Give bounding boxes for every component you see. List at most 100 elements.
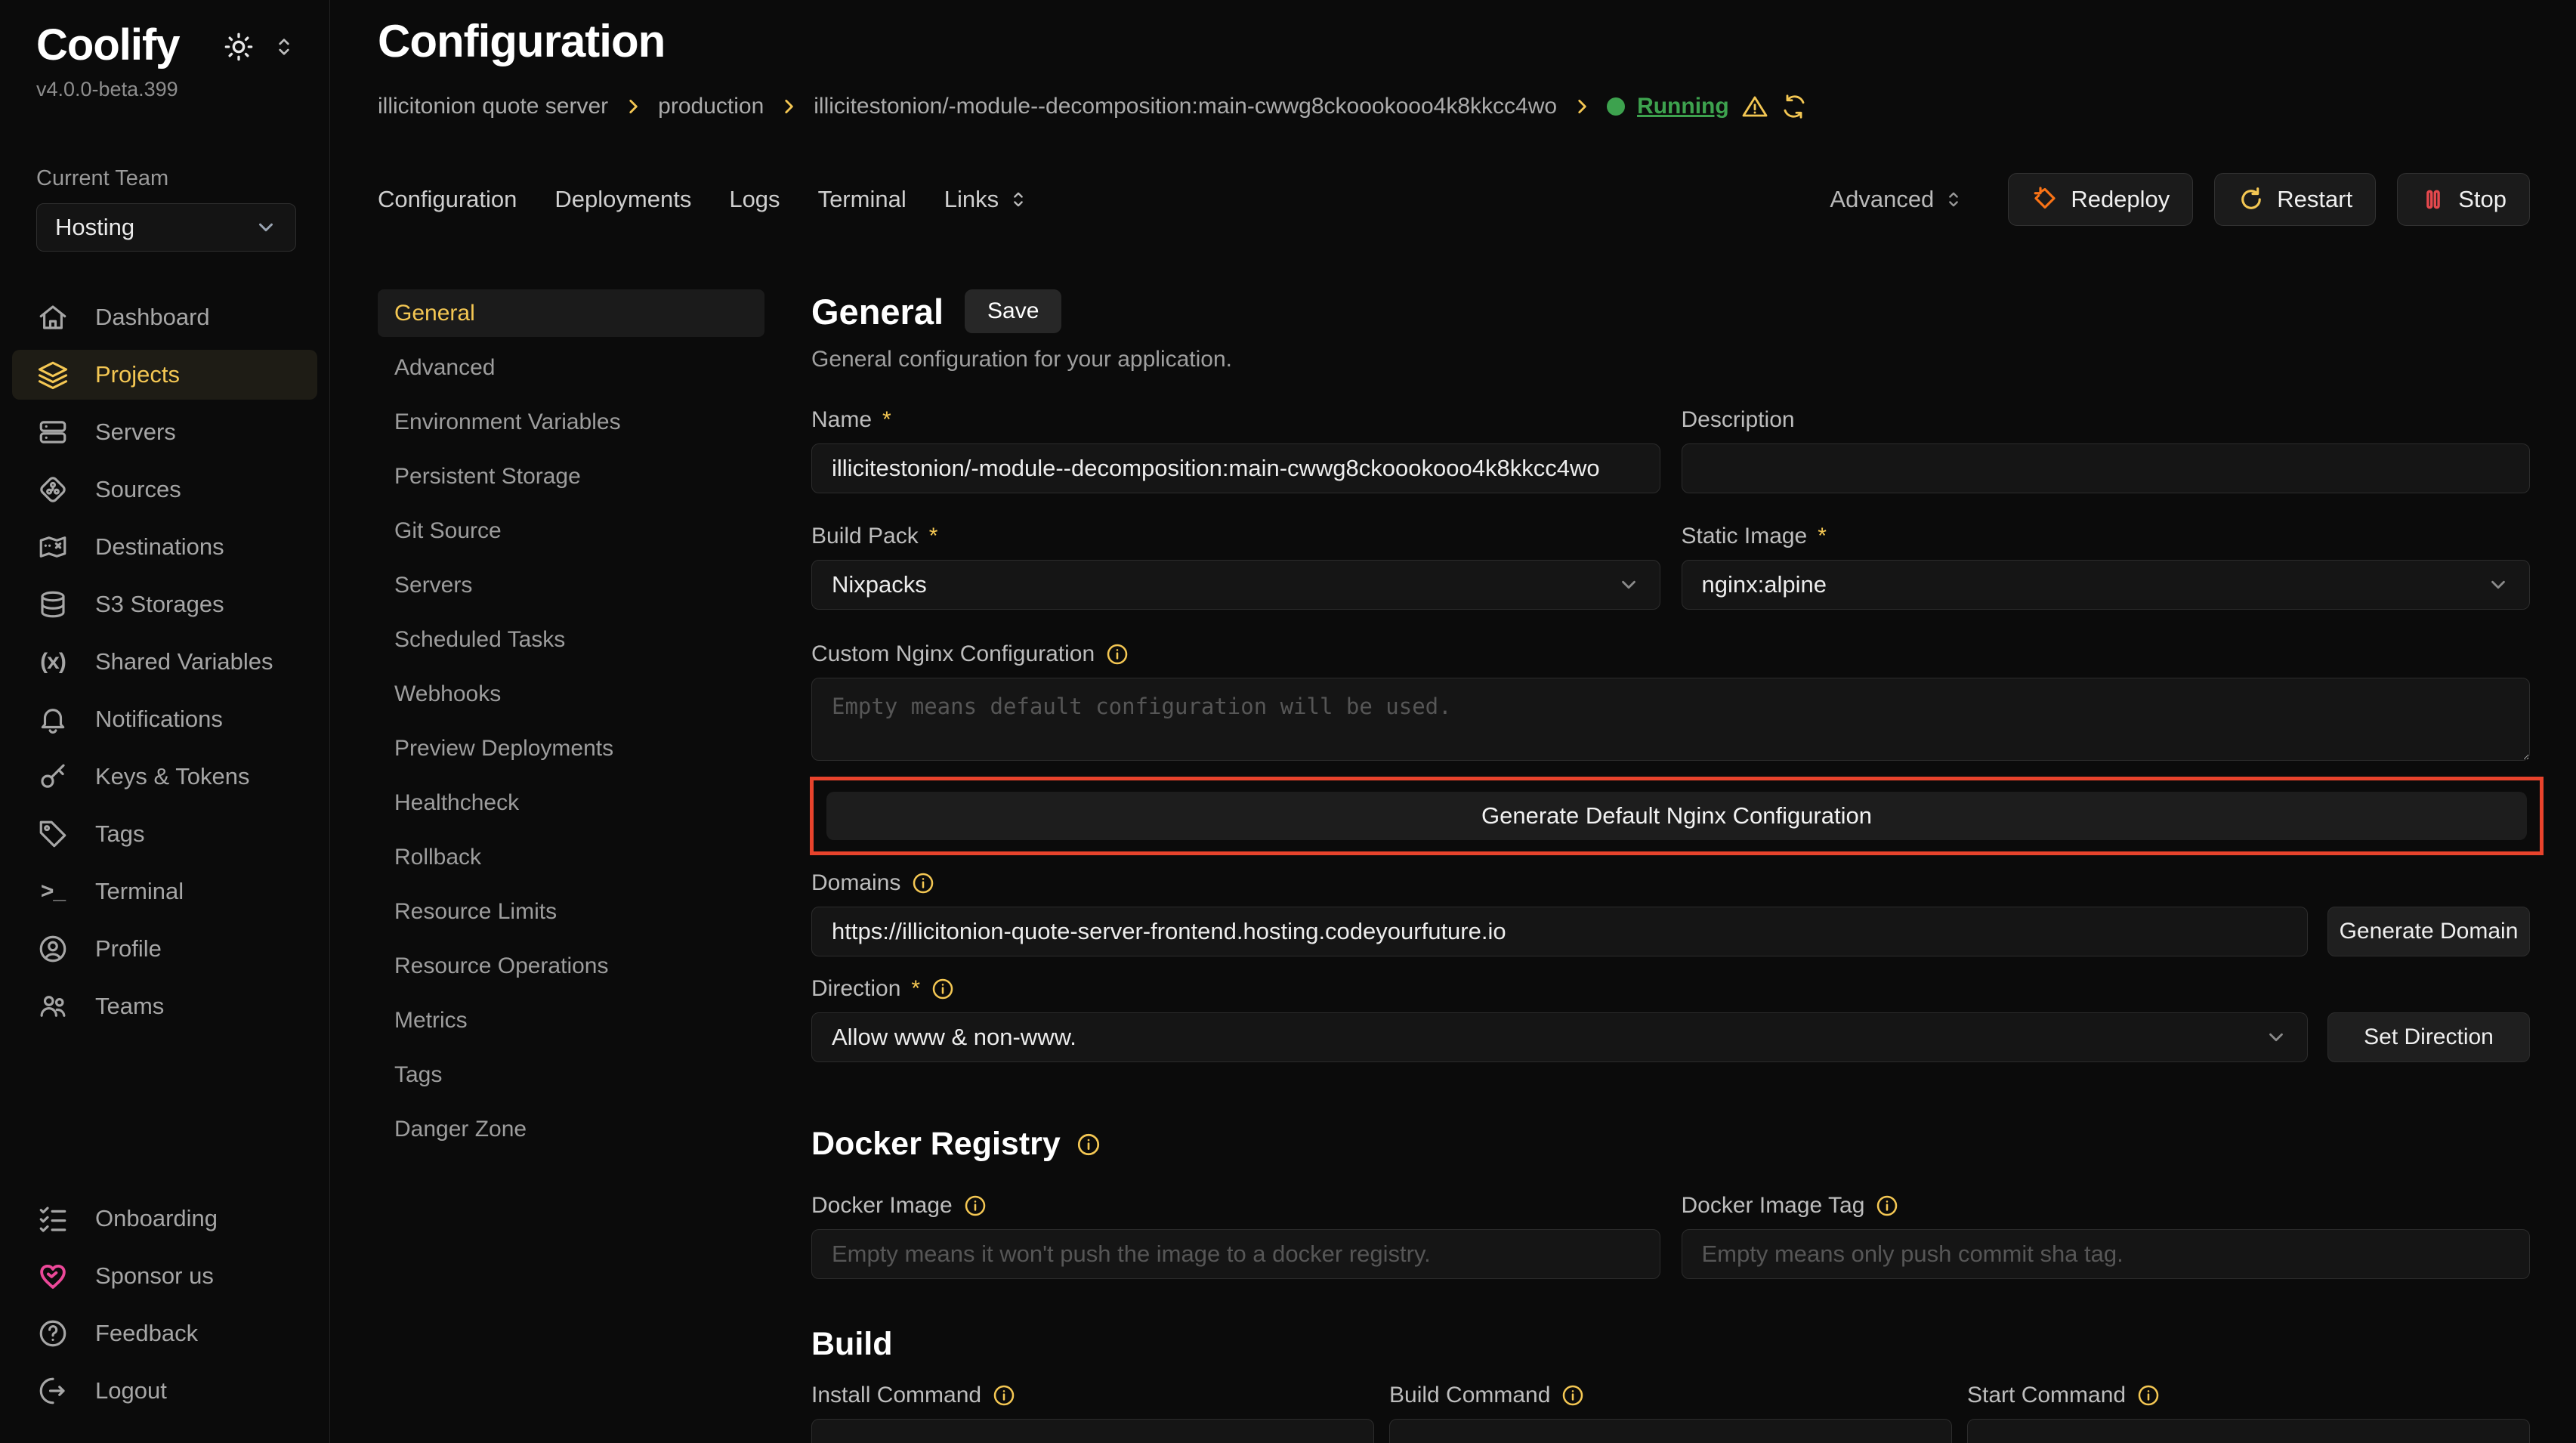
- current-team-label: Current Team: [36, 166, 293, 191]
- subnav-rollback[interactable]: Rollback: [378, 833, 764, 881]
- sidebar-item-notifications[interactable]: Notifications: [12, 694, 317, 744]
- sidebar-item-onboarding[interactable]: Onboarding: [12, 1194, 317, 1244]
- chevron-right-icon: [1572, 97, 1592, 116]
- required-marker: *: [1818, 524, 1827, 549]
- chevron-down-icon: [1617, 573, 1640, 596]
- sidebar-item-projects[interactable]: Projects: [12, 350, 317, 400]
- subnav-resource-limits[interactable]: Resource Limits: [378, 888, 764, 935]
- subnav-webhooks[interactable]: Webhooks: [378, 670, 764, 718]
- static-image-select[interactable]: nginx:alpine: [1682, 560, 2531, 610]
- info-icon[interactable]: [2136, 1383, 2161, 1407]
- subnav-metrics[interactable]: Metrics: [378, 997, 764, 1044]
- sidebar-item-tags[interactable]: Tags: [12, 809, 317, 859]
- sidebar-item-sponsor-us[interactable]: Sponsor us: [12, 1251, 317, 1301]
- info-icon[interactable]: [992, 1383, 1016, 1407]
- subnav-tags[interactable]: Tags: [378, 1051, 764, 1098]
- team-select[interactable]: Hosting: [36, 203, 296, 252]
- breadcrumb: illicitonion quote server production ill…: [378, 93, 2530, 120]
- info-icon[interactable]: [963, 1194, 987, 1218]
- info-icon[interactable]: [1561, 1383, 1585, 1407]
- sidebar-item-keys-tokens[interactable]: Keys & Tokens: [12, 752, 317, 802]
- subnav-danger-zone[interactable]: Danger Zone: [378, 1105, 764, 1153]
- tab-terminal[interactable]: Terminal: [818, 186, 907, 213]
- sidebar-item-destinations[interactable]: Destinations: [12, 522, 317, 572]
- generate-domain-button[interactable]: Generate Domain: [2327, 907, 2530, 956]
- sidebar-item-feedback[interactable]: Feedback: [12, 1309, 317, 1358]
- map-icon: [36, 531, 69, 563]
- terminal-icon: >_: [36, 879, 69, 904]
- save-button[interactable]: Save: [965, 289, 1061, 333]
- build-command-label: Build Command: [1389, 1383, 1952, 1408]
- breadcrumb-environment[interactable]: production: [658, 94, 764, 119]
- breadcrumb-resource[interactable]: illicitestonion/-module--decomposition:m…: [814, 94, 1557, 119]
- chevron-right-icon: [623, 97, 643, 116]
- section-subtitle: General configuration for your applicati…: [811, 347, 2530, 372]
- docker-image-label: Docker Image: [811, 1193, 1660, 1219]
- docker-image-input[interactable]: [811, 1229, 1660, 1279]
- build-command-input[interactable]: [1389, 1419, 1952, 1443]
- domains-input[interactable]: [811, 907, 2308, 956]
- subnav-git-source[interactable]: Git Source: [378, 507, 764, 555]
- sidebar-item-profile[interactable]: Profile: [12, 924, 317, 974]
- subnav-persistent-storage[interactable]: Persistent Storage: [378, 453, 764, 500]
- info-icon[interactable]: [1076, 1132, 1101, 1157]
- subnav-healthcheck[interactable]: Healthcheck: [378, 779, 764, 827]
- page-title: Configuration: [378, 15, 2530, 67]
- info-icon[interactable]: [911, 871, 935, 895]
- users-icon: [36, 990, 69, 1022]
- database-icon: [36, 589, 69, 620]
- refresh-icon[interactable]: [1781, 93, 1808, 120]
- warning-icon[interactable]: [1741, 93, 1768, 120]
- install-command-label: Install Command: [811, 1383, 1374, 1408]
- subnav-servers[interactable]: Servers: [378, 561, 764, 609]
- sidebar-item-sources[interactable]: Sources: [12, 465, 317, 514]
- sidebar-item-terminal[interactable]: >_ Terminal: [12, 867, 317, 916]
- info-icon[interactable]: [1875, 1194, 1899, 1218]
- subnav-preview-deployments[interactable]: Preview Deployments: [378, 725, 764, 772]
- tab-links[interactable]: Links: [944, 186, 1029, 213]
- redeploy-button[interactable]: Redeploy: [2008, 173, 2193, 226]
- heart-icon: [36, 1260, 69, 1292]
- description-input[interactable]: [1682, 443, 2531, 493]
- name-input[interactable]: [811, 443, 1660, 493]
- generate-nginx-config-button[interactable]: Generate Default Nginx Configuration: [826, 792, 2527, 840]
- sidebar-item-s3-storages[interactable]: S3 Storages: [12, 579, 317, 629]
- sidebar-item-teams[interactable]: Teams: [12, 981, 317, 1031]
- subnav-general[interactable]: General: [378, 289, 764, 337]
- sidebar-item-logout[interactable]: Logout: [12, 1366, 317, 1416]
- subnav-advanced[interactable]: Advanced: [378, 344, 764, 391]
- sidebar-item-dashboard[interactable]: Dashboard: [12, 292, 317, 342]
- stop-button[interactable]: Stop: [2397, 173, 2530, 226]
- docker-image-tag-input[interactable]: [1682, 1229, 2531, 1279]
- theme-sun-icon[interactable]: [224, 32, 254, 62]
- subnav-scheduled-tasks[interactable]: Scheduled Tasks: [378, 616, 764, 663]
- advanced-dropdown[interactable]: Advanced: [1830, 186, 1964, 213]
- tab-deployments[interactable]: Deployments: [554, 186, 691, 213]
- main-content: Configuration illicitonion quote server …: [330, 0, 2576, 1443]
- app-version: v4.0.0-beta.399: [0, 78, 329, 101]
- info-icon[interactable]: [1105, 642, 1129, 666]
- install-command-input[interactable]: [811, 1419, 1374, 1443]
- status-label[interactable]: Running: [1637, 94, 1729, 119]
- redeploy-icon: [2031, 186, 2059, 213]
- name-label: Name*: [811, 407, 1660, 433]
- tab-logs[interactable]: Logs: [729, 186, 780, 213]
- sidebar-item-servers[interactable]: Servers: [12, 407, 317, 457]
- info-icon[interactable]: [931, 977, 955, 1001]
- sidebar: Coolify v4.0.0-beta.399 Current Team Hos…: [0, 0, 330, 1443]
- restart-button[interactable]: Restart: [2214, 173, 2376, 226]
- section-title: General: [811, 291, 944, 332]
- theme-switcher-chevrons-icon[interactable]: [272, 35, 296, 59]
- start-command-input[interactable]: [1967, 1419, 2530, 1443]
- subnav-environment-variables[interactable]: Environment Variables: [378, 398, 764, 446]
- chevron-right-icon: [779, 97, 798, 116]
- custom-nginx-textarea[interactable]: [811, 678, 2530, 761]
- breadcrumb-project[interactable]: illicitonion quote server: [378, 94, 608, 119]
- tab-configuration[interactable]: Configuration: [378, 186, 517, 213]
- chevron-down-icon: [2487, 573, 2510, 596]
- set-direction-button[interactable]: Set Direction: [2327, 1012, 2530, 1062]
- direction-select[interactable]: Allow www & non-www.: [811, 1012, 2308, 1062]
- sidebar-item-shared-variables[interactable]: (x) Shared Variables: [12, 637, 317, 687]
- subnav-resource-operations[interactable]: Resource Operations: [378, 942, 764, 990]
- build-pack-select[interactable]: Nixpacks: [811, 560, 1660, 610]
